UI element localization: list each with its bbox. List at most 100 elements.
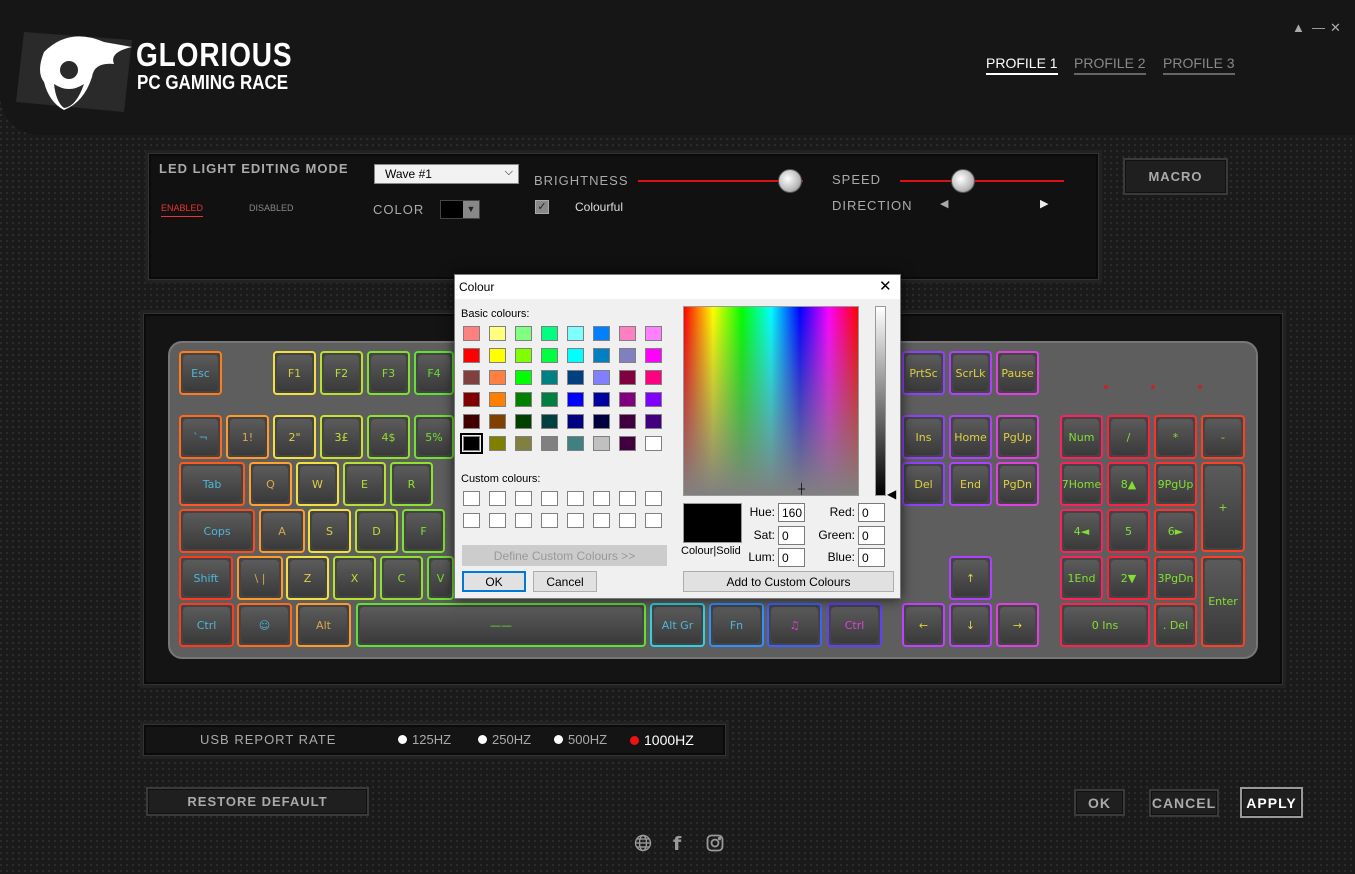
key-scrlk[interactable]: ScrLk [949,351,992,395]
custom-colour-swatch[interactable] [619,513,636,528]
key-x[interactable]: X [333,556,376,600]
custom-colour-swatch[interactable] [489,513,506,528]
key-n5[interactable]: 5 [1107,509,1150,553]
dialog-close-icon[interactable]: ✕ [879,277,892,295]
basic-colour-swatch[interactable] [593,348,610,363]
hue-field[interactable]: 160 [778,503,805,522]
key-k1[interactable]: 1! [226,415,269,459]
basic-colour-swatch[interactable] [515,348,532,363]
basic-colour-swatch[interactable] [619,348,636,363]
key-minus[interactable]: - [1201,415,1245,459]
key-logo[interactable]: ☺ [237,603,292,647]
custom-colour-swatch[interactable] [515,491,532,506]
key-caps[interactable]: Cops [179,509,255,553]
key-r[interactable]: R [390,462,433,506]
custom-colour-swatch[interactable] [593,491,610,506]
key-n3[interactable]: 3PgDn [1154,556,1197,600]
custom-colour-swatch[interactable] [463,491,480,506]
green-field[interactable]: 0 [858,526,885,545]
custom-colour-swatch[interactable] [645,513,662,528]
usb-500-option[interactable]: 500HZ [554,732,607,747]
led-disabled-toggle[interactable]: DISABLED [249,203,294,213]
macro-button[interactable]: MACRO [1123,158,1228,195]
basic-colour-swatch[interactable] [463,414,480,429]
lum-field[interactable]: 0 [778,548,805,567]
key-end[interactable]: End [949,462,992,506]
custom-colour-swatch[interactable] [567,491,584,506]
key-plus[interactable]: + [1201,462,1245,552]
key-grave[interactable]: `¬ [179,415,222,459]
key-n8[interactable]: 8▲ [1107,462,1150,506]
key-q[interactable]: Q [249,462,292,506]
basic-colour-swatch[interactable] [619,436,636,451]
direction-left-icon[interactable]: ◀ [940,197,948,210]
basic-colour-swatch[interactable] [645,414,662,429]
custom-colour-swatch[interactable] [593,513,610,528]
usb-125-option[interactable]: 125HZ [398,732,451,747]
basic-colour-swatch[interactable] [567,370,584,385]
dialog-ok-button[interactable]: OK [462,571,526,592]
custom-colour-swatch[interactable] [541,491,558,506]
color-picker-button[interactable]: ▼ [440,200,480,219]
key-s[interactable]: S [308,509,351,553]
custom-colour-swatch[interactable] [541,513,558,528]
key-up[interactable]: ↑ [949,556,992,600]
custom-colour-swatch[interactable] [645,491,662,506]
custom-colour-swatch[interactable] [619,491,636,506]
key-alt[interactable]: Alt [296,603,351,647]
key-f3[interactable]: F3 [367,351,410,395]
key-f2[interactable]: F2 [320,351,363,395]
key-w[interactable]: W [296,462,339,506]
globe-icon[interactable] [634,834,652,852]
key-bslash[interactable]: \ | [237,556,283,600]
facebook-icon[interactable]: f [673,833,681,855]
basic-colour-swatch[interactable] [489,326,506,341]
key-e[interactable]: E [343,462,386,506]
basic-colour-swatch[interactable] [619,392,636,407]
key-k2[interactable]: 2" [273,415,316,459]
basic-colour-swatch[interactable] [593,370,610,385]
restore-default-button[interactable]: RESTORE DEFAULT [146,787,369,816]
basic-colour-swatch[interactable] [463,348,480,363]
usb-1000-option[interactable]: 1000HZ [630,732,694,748]
basic-colour-swatch[interactable] [593,436,610,451]
key-n6[interactable]: 6► [1154,509,1197,553]
direction-right-icon[interactable]: ▶ [1040,197,1048,210]
key-c[interactable]: C [380,556,423,600]
led-enabled-toggle[interactable]: ENABLED [161,203,204,217]
basic-colour-swatch[interactable] [463,392,480,407]
key-ins[interactable]: Ins [902,415,945,459]
minimize-up-icon[interactable]: ▲ [1292,20,1305,35]
colourful-checkbox[interactable]: ✓ [535,200,549,214]
basic-colour-swatch[interactable] [515,370,532,385]
basic-colour-swatch[interactable] [593,326,610,341]
key-left[interactable]: ← [902,603,945,647]
basic-colour-swatch[interactable] [489,392,506,407]
tab-profile-2[interactable]: PROFILE 2 [1074,55,1146,75]
usb-250-option[interactable]: 250HZ [478,732,531,747]
key-num[interactable]: Num [1060,415,1103,459]
key-k5[interactable]: 5% [414,415,454,459]
instagram-icon[interactable] [706,834,724,852]
key-n7[interactable]: 7Home [1060,462,1103,506]
speed-slider-knob[interactable] [951,169,975,193]
key-esc[interactable]: Esc [179,351,222,395]
basic-colour-swatch[interactable] [463,326,480,341]
basic-colour-swatch[interactable] [567,326,584,341]
key-pgdn[interactable]: PgDn [996,462,1039,506]
key-altgr[interactable]: Alt Gr [650,603,705,647]
basic-colour-swatch[interactable] [567,348,584,363]
key-ctrl[interactable]: Ctrl [179,603,234,647]
key-n0[interactable]: 0 Ins [1060,603,1150,647]
key-rctrl[interactable]: Ctrl [827,603,882,647]
luminance-pointer-icon[interactable]: ◀ [887,487,896,501]
basic-colour-swatch[interactable] [541,392,558,407]
spectrum-crosshair-icon[interactable]: ┼ [798,484,805,495]
custom-colour-swatch[interactable] [489,491,506,506]
define-custom-colours-button[interactable]: Define Custom Colours >> [462,545,667,566]
key-k3[interactable]: 3£ [320,415,363,459]
basic-colour-swatch[interactable] [645,392,662,407]
basic-colour-swatch[interactable] [645,348,662,363]
key-f[interactable]: F [402,509,445,553]
tab-profile-1[interactable]: PROFILE 1 [986,55,1058,75]
